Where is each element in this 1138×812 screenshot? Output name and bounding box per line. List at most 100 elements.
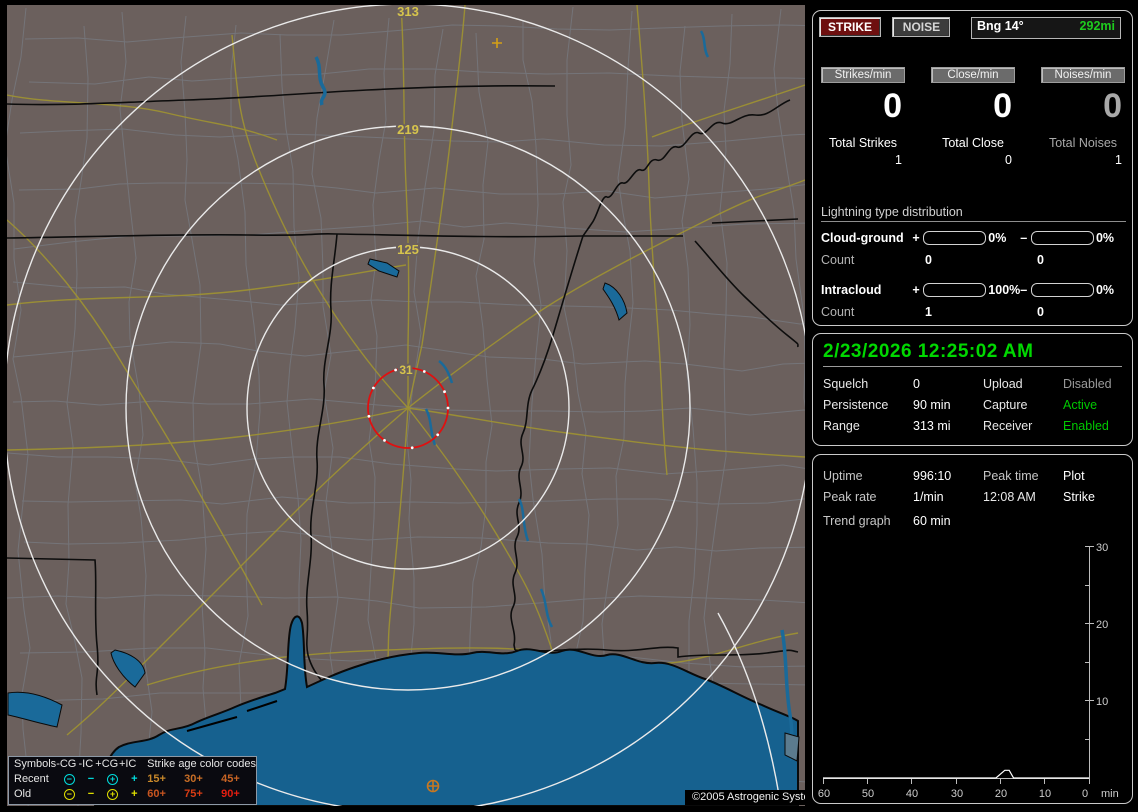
cg-plus-bar bbox=[923, 231, 987, 245]
strikes-counter-column: Strikes/min 0 Total Strikes 1 bbox=[821, 67, 905, 167]
peak-time-label: Peak time bbox=[983, 469, 1039, 483]
capture-label: Capture bbox=[983, 398, 1028, 412]
strike-counters-panel: STRIKE NOISE Bng 14° 292mi Strikes/min 0… bbox=[812, 10, 1133, 326]
minus-sign: – bbox=[1020, 283, 1028, 297]
total-close-value: 0 bbox=[1005, 153, 1012, 167]
receiver-value: Enabled bbox=[1063, 419, 1109, 433]
svg-text:10: 10 bbox=[1039, 788, 1051, 800]
cloud-ground-count-row: Count 0 0 bbox=[821, 253, 1126, 267]
legend-old-row: Old − − + + 60+ 75+ 90+ bbox=[9, 787, 256, 802]
cg-minus-bar bbox=[1031, 231, 1094, 245]
status-row-persistence: Persistence 90 min Capture Active bbox=[823, 398, 1122, 412]
total-strikes-label: Total Strikes bbox=[828, 136, 898, 150]
copyright-label: ©2005 Astrogenic Systems bbox=[685, 790, 805, 805]
range-label: Range bbox=[823, 419, 860, 433]
neg-cg-recent-icon: − bbox=[63, 774, 75, 785]
ic-plus-bar bbox=[923, 283, 987, 297]
legend-recent-label: Recent bbox=[14, 773, 49, 785]
total-strikes-value: 1 bbox=[895, 153, 902, 167]
strike-mode-button[interactable]: STRIKE bbox=[819, 17, 881, 37]
trend-axes bbox=[823, 546, 1094, 784]
cloud-ground-label: Cloud-ground bbox=[821, 231, 904, 245]
receiver-label: Receiver bbox=[983, 419, 1033, 433]
stats-rows: Uptime 996:10 Peak time Plot Peak rate 1… bbox=[823, 469, 1122, 528]
noises-per-min-button[interactable]: Noises/min bbox=[1041, 67, 1125, 83]
close-counter-column: Close/min 0 Total Close 0 bbox=[931, 67, 1015, 167]
stats-row-trend: Trend graph 60 min bbox=[823, 514, 1122, 528]
cg-minus-pct: 0% bbox=[1095, 231, 1115, 245]
neg-ic-recent-icon: − bbox=[87, 773, 95, 785]
close-per-min-value: 0 bbox=[993, 87, 1012, 125]
stats-row-uptime: Uptime 996:10 Peak time Plot bbox=[823, 469, 1122, 483]
total-noises-label: Total Noises bbox=[1048, 136, 1118, 150]
clock-readout: 2/23/2026 12:25:02 AM bbox=[823, 341, 1122, 367]
pos-ic-old-icon: + bbox=[131, 788, 138, 800]
cg-minus-count: 0 bbox=[1037, 253, 1044, 267]
age-30: 30+ bbox=[184, 773, 203, 785]
strikes-per-min-button[interactable]: Strikes/min bbox=[821, 67, 905, 83]
map-legend: Symbols -CG -IC +CG +IC Strike age color… bbox=[8, 756, 257, 805]
plot-label: Plot bbox=[1063, 469, 1085, 483]
bearing-readout: Bng 14° 292mi bbox=[971, 17, 1121, 39]
persistence-value: 90 min bbox=[913, 398, 951, 412]
trend-window-value: 60 min bbox=[913, 514, 951, 528]
uptime-value: 996:10 bbox=[913, 469, 952, 483]
age-15: 15+ bbox=[147, 773, 166, 785]
legend-age-title: Strike age color codes bbox=[147, 758, 256, 770]
ic-plus-pct: 100% bbox=[988, 283, 1021, 297]
plot-mode-value: Strike bbox=[1063, 490, 1095, 504]
rate-counters: Strikes/min 0 Total Strikes 1 Close/min … bbox=[821, 67, 1129, 167]
legend-symbols-header: Symbols bbox=[14, 758, 57, 770]
legend-col-neg-cg: -CG bbox=[56, 758, 77, 770]
age-90: 90+ bbox=[221, 788, 240, 800]
count-label: Count bbox=[821, 305, 855, 319]
bearing-value: Bng 14° bbox=[977, 19, 1024, 33]
close-per-min-button[interactable]: Close/min bbox=[931, 67, 1015, 83]
status-rows: Squelch 0 Upload Disabled Persistence 90… bbox=[823, 377, 1122, 433]
neg-cg-old-icon: − bbox=[63, 789, 75, 800]
noises-per-min-value: 0 bbox=[1103, 87, 1122, 125]
neg-ic-old-icon: − bbox=[87, 788, 95, 800]
legend-col-pos-cg: +CG bbox=[95, 758, 119, 770]
ring-label-inner: 125 bbox=[397, 242, 419, 257]
ic-minus-count: 0 bbox=[1037, 305, 1044, 319]
intracloud-label: Intracloud bbox=[821, 283, 882, 297]
uptime-label: Uptime bbox=[823, 469, 863, 483]
app-window: 313 219 125 31 Symbols -CG -IC +CG +IC S… bbox=[0, 0, 1138, 812]
svg-text:0: 0 bbox=[1082, 788, 1088, 800]
ring-label-middle: 219 bbox=[397, 122, 419, 137]
svg-text:30: 30 bbox=[951, 788, 963, 800]
mode-button-row: STRIKE NOISE Bng 14° 292mi bbox=[819, 17, 1127, 39]
distribution-title: Lightning type distribution bbox=[821, 205, 1126, 222]
ring-label-outer: 313 bbox=[397, 5, 419, 19]
noise-mode-button[interactable]: NOISE bbox=[892, 17, 951, 37]
ring-label-close: 31 bbox=[399, 363, 413, 377]
strikes-per-min-value: 0 bbox=[883, 87, 902, 125]
svg-text:30: 30 bbox=[1096, 542, 1108, 554]
peak-time-value: 12:08 AM bbox=[983, 490, 1036, 504]
age-45: 45+ bbox=[221, 773, 240, 785]
squelch-value: 0 bbox=[913, 377, 920, 391]
stats-trend-panel: Uptime 996:10 Peak time Plot Peak rate 1… bbox=[812, 454, 1133, 804]
cloud-ground-row: Cloud-ground + 0% – 0% bbox=[821, 231, 1126, 245]
plus-sign: + bbox=[912, 231, 920, 245]
ic-plus-count: 1 bbox=[925, 305, 932, 319]
legend-col-pos-ic: +IC bbox=[118, 758, 137, 770]
status-row-range: Range 313 mi Receiver Enabled bbox=[823, 419, 1122, 433]
svg-text:60: 60 bbox=[818, 788, 830, 800]
upload-label: Upload bbox=[983, 377, 1023, 391]
trend-x-tick-labels: 60 50 40 30 20 10 0 min bbox=[818, 788, 1119, 800]
minus-sign: – bbox=[1020, 231, 1028, 245]
map-canvas: 313 219 125 31 bbox=[7, 5, 805, 806]
lightning-map[interactable]: 313 219 125 31 Symbols -CG -IC +CG +IC S… bbox=[7, 5, 805, 806]
intracloud-count-row: Count 1 0 bbox=[821, 305, 1126, 319]
legend-header-row: Symbols -CG -IC +CG +IC Strike age color… bbox=[9, 757, 256, 772]
status-row-squelch: Squelch 0 Upload Disabled bbox=[823, 377, 1122, 391]
capture-value: Active bbox=[1063, 398, 1098, 412]
svg-text:40: 40 bbox=[906, 788, 918, 800]
peak-rate-value: 1/min bbox=[913, 490, 944, 504]
persistence-label: Persistence bbox=[823, 398, 889, 412]
trend-series-line bbox=[823, 769, 1089, 779]
svg-text:50: 50 bbox=[862, 788, 874, 800]
legend-col-neg-ic: -IC bbox=[78, 758, 94, 770]
